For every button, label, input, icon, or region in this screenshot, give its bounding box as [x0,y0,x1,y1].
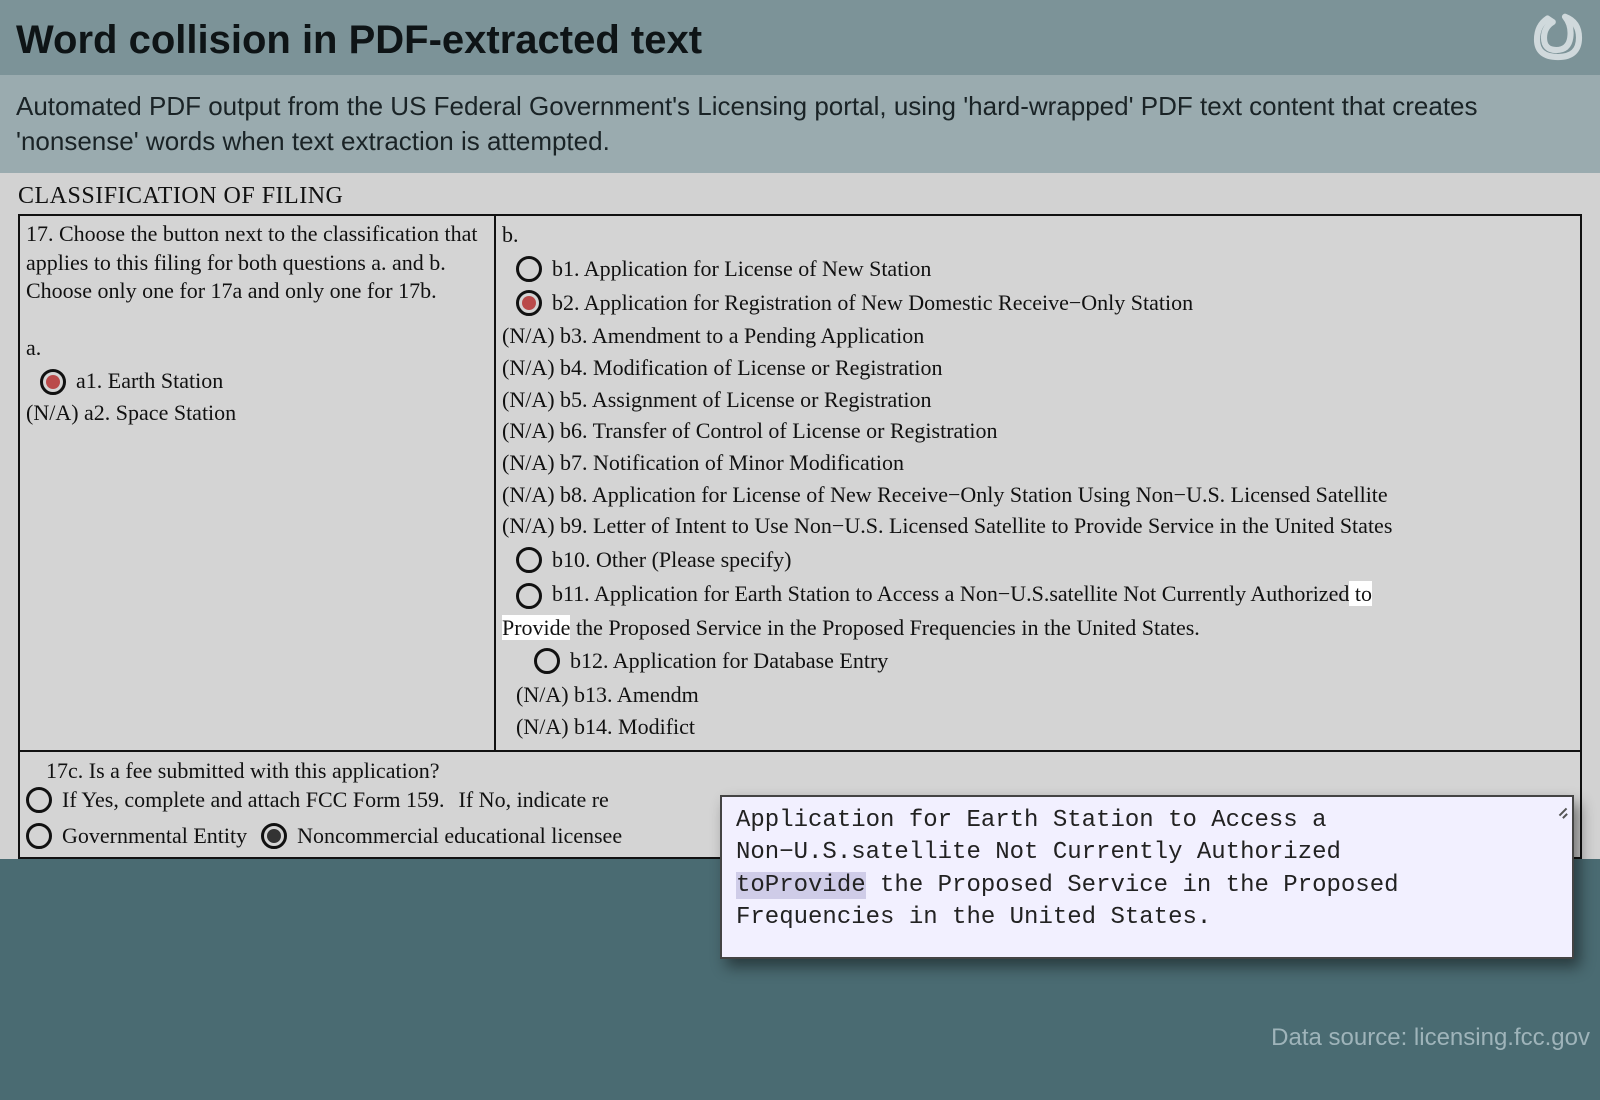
q17c-question: 17c. Is a fee submitted with this applic… [26,756,1574,786]
option-b11-cont: Provide the Proposed Service in the Prop… [502,613,1574,643]
popup-line3: toProvide the Proposed Service in the Pr… [736,870,1556,902]
popup-line4: Frequencies in the United States. [736,902,1556,934]
option-b4: (N/A) b4. Modification of License or Reg… [502,353,1574,383]
option-b10-label: b10. Other (Please specify) [552,545,1574,575]
radio-filled-icon [261,823,287,849]
column-a: 17. Choose the button next to the classi… [20,216,496,749]
page-title: Word collision in PDF-extracted text [16,18,1584,63]
popup-line2: Non−U.S.satellite Not Currently Authoriz… [736,837,1556,869]
option-b1[interactable]: b1. Application for License of New Stati… [502,254,1574,284]
column-b: b. b1. Application for License of New St… [496,216,1580,749]
option-b8: (N/A) b8. Application for License of New… [502,480,1574,510]
option-b5: (N/A) b5. Assignment of License or Regis… [502,385,1574,415]
q17-intro: 17. Choose the button next to the classi… [26,220,486,306]
option-b13: (N/A) b13. Amendm [502,680,1574,710]
option-a1-label: a1. Earth Station [76,367,486,396]
b11-text-pre: b11. Application for Earth Station to Ac… [552,581,1349,606]
option-b12-label: b12. Application for Database Entry [570,646,1574,676]
q17c-noncom-label: Noncommercial educational licensee [297,821,622,851]
resize-handle-icon[interactable] [1554,803,1568,817]
radio-empty-icon [516,583,542,609]
subtitle-band: Automated PDF output from the US Federal… [0,75,1600,173]
option-b6: (N/A) b6. Transfer of Control of License… [502,416,1574,446]
q17c-ifyes: If Yes, complete and attach FCC Form 159… [62,785,445,815]
radio-empty-icon [534,648,560,674]
option-a1[interactable]: a1. Earth Station [26,367,486,396]
option-b11-label: b11. Application for Earth Station to Ac… [552,579,1574,609]
radio-empty-icon [516,256,542,282]
radio-empty-icon [26,823,52,849]
option-b12[interactable]: b12. Application for Database Entry [502,646,1574,676]
popup-collision-word: toProvide [736,872,866,899]
extracted-text-popup[interactable]: Application for Earth Station to Access … [720,795,1574,959]
radio-filled-icon [516,290,542,316]
radio-filled-icon [40,369,66,395]
page-subtitle: Automated PDF output from the US Federal… [16,89,1584,159]
option-b7: (N/A) b7. Notification of Minor Modifica… [502,448,1574,478]
b11-highlight-provide: Provide [502,615,570,640]
form-q17-box: 17. Choose the button next to the classi… [18,214,1582,751]
option-b1-label: b1. Application for License of New Stati… [552,254,1574,284]
radio-empty-icon [26,787,52,813]
label-a: a. [26,334,486,363]
option-a2: (N/A) a2. Space Station [26,399,486,428]
pdf-document-region: CLASSIFICATION OF FILING 17. Choose the … [0,173,1600,858]
option-b14: (N/A) b14. Modifict [502,712,1574,742]
section-heading: CLASSIFICATION OF FILING [18,177,1582,214]
label-b: b. [502,220,1574,250]
q17c-question-text: 17c. Is a fee submitted with this applic… [46,758,439,783]
q17c-noncom-option[interactable]: Noncommercial educational licensee [261,821,622,851]
popup-line3-rest: the Proposed Service in the Proposed [866,872,1399,899]
option-b9: (N/A) b9. Letter of Intent to Use Non−U.… [502,511,1574,541]
option-b2-label: b2. Application for Registration of New … [552,288,1574,318]
b11-text-post: the Proposed Service in the Proposed Fre… [570,615,1199,640]
q17c-ifno: If No, indicate re [459,785,609,815]
q17c-yes-option[interactable]: If Yes, complete and attach FCC Form 159… [26,785,445,815]
title-band: Word collision in PDF-extracted text [0,0,1600,75]
brand-logo [1530,8,1586,64]
option-b2[interactable]: b2. Application for Registration of New … [502,288,1574,318]
data-source-credit: Data source: licensing.fcc.gov [1271,1024,1590,1052]
q17c-gov-label: Governmental Entity [62,821,247,851]
option-b3: (N/A) b3. Amendment to a Pending Applica… [502,321,1574,351]
radio-empty-icon [516,547,542,573]
option-b10[interactable]: b10. Other (Please specify) [502,545,1574,575]
popup-line1: Application for Earth Station to Access … [736,805,1556,837]
b11-highlight-to: to [1349,581,1372,606]
q17c-gov-option[interactable]: Governmental Entity [26,821,247,851]
option-b11[interactable]: b11. Application for Earth Station to Ac… [502,579,1574,609]
